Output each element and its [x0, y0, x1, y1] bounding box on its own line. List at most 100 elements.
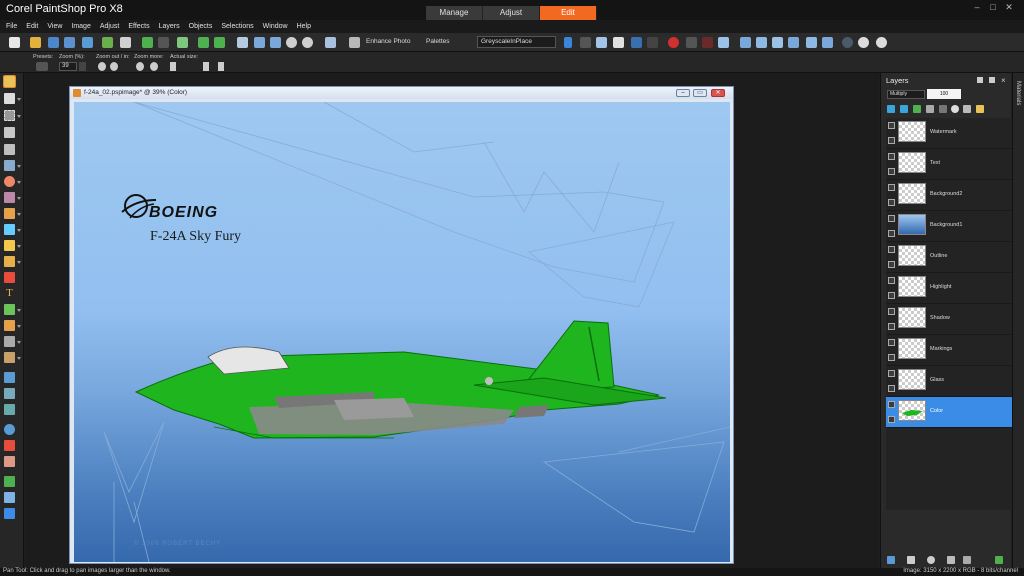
zoom-stepper[interactable]: [79, 62, 86, 71]
pan-tool-icon[interactable]: [3, 75, 16, 88]
opacity-field[interactable]: 100: [927, 89, 961, 99]
enhance-photo-icon[interactable]: [349, 37, 360, 48]
fit-window-icon[interactable]: [237, 37, 248, 48]
chevron-down-icon[interactable]: [17, 309, 21, 312]
layer-row[interactable]: Glass: [886, 366, 1012, 397]
repeat-icon[interactable]: [214, 37, 225, 48]
brush-layer-icon[interactable]: [907, 556, 915, 564]
image-tool-4-icon[interactable]: [788, 37, 799, 48]
tab-edit[interactable]: Edit: [540, 6, 597, 20]
pause-icon[interactable]: [686, 37, 697, 48]
chevron-down-icon[interactable]: [17, 98, 21, 101]
layer-lock-icon[interactable]: [888, 137, 895, 144]
link-icon[interactable]: [963, 105, 971, 113]
document-title-bar[interactable]: f-24a_02.pspimage* @ 39% (Color) – ▭ ✕: [70, 87, 733, 99]
image-tool-3-icon[interactable]: [772, 37, 783, 48]
visibility-toggle-icon[interactable]: [888, 153, 895, 160]
zoom-out-icon[interactable]: [286, 37, 297, 48]
zoom-more-out-icon[interactable]: [136, 62, 144, 71]
visibility-toggle-icon[interactable]: [888, 339, 895, 346]
image-canvas[interactable]: BOEING F-24A Sky Fury © 2009 ROBERT BECH…: [74, 102, 730, 562]
chevron-down-icon[interactable]: [17, 197, 21, 200]
mesh-warp-tool-icon[interactable]: [4, 492, 15, 503]
menu-file[interactable]: File: [6, 20, 17, 33]
eraser-tool-icon[interactable]: [4, 240, 15, 251]
chevron-down-icon[interactable]: [17, 357, 21, 360]
layer-lock-icon[interactable]: [888, 385, 895, 392]
menu-effects[interactable]: Effects: [128, 20, 149, 33]
mask-icon[interactable]: [939, 105, 947, 113]
menu-help[interactable]: Help: [297, 20, 311, 33]
layer-row-selected[interactable]: Color: [886, 397, 1012, 428]
zoom-in-icon-opt[interactable]: [110, 62, 118, 71]
fit-image-button[interactable]: [203, 62, 209, 71]
layer-row[interactable]: Watermark: [886, 118, 1012, 149]
adjust-layer-icon[interactable]: [947, 556, 955, 564]
layer-lock-icon[interactable]: [888, 168, 895, 175]
palettes-button[interactable]: Palettes: [426, 38, 450, 45]
chevron-down-icon[interactable]: [17, 181, 21, 184]
perspective-tool-icon[interactable]: [4, 476, 15, 487]
interactive-script-icon[interactable]: [613, 37, 624, 48]
dodge-tool-icon[interactable]: [4, 256, 15, 267]
visibility-toggle-icon[interactable]: [888, 277, 895, 284]
image-tool-6-icon[interactable]: [822, 37, 833, 48]
visibility-icon[interactable]: [951, 105, 959, 113]
menu-layers[interactable]: Layers: [159, 20, 180, 33]
cancel-record-icon[interactable]: [702, 37, 713, 48]
undo-icon[interactable]: [142, 37, 153, 48]
menu-window[interactable]: Window: [263, 20, 288, 33]
document-close-button[interactable]: ✕: [711, 89, 725, 97]
dropper-tool-icon[interactable]: [4, 127, 15, 138]
info-icon[interactable]: [876, 37, 887, 48]
crop-tool-icon[interactable]: [4, 144, 15, 155]
new-adjustment-layer-icon[interactable]: [913, 105, 921, 113]
paint-brush-tool-icon[interactable]: [4, 208, 15, 219]
fill-tool-icon[interactable]: [4, 272, 15, 283]
palette-menu-icon[interactable]: [989, 77, 995, 83]
text-tool-icon[interactable]: T: [4, 288, 15, 299]
menu-view[interactable]: View: [47, 20, 62, 33]
close-icon[interactable]: ✕: [1004, 2, 1014, 12]
help-icon[interactable]: [858, 37, 869, 48]
picture-tube-tool-icon[interactable]: [4, 388, 15, 399]
chevron-down-icon[interactable]: [17, 261, 21, 264]
enhance-photo-button[interactable]: Enhance Photo: [366, 38, 410, 45]
fit-window-button[interactable]: [218, 62, 224, 71]
document-minimize-button[interactable]: –: [676, 89, 690, 97]
layer-lock-icon[interactable]: [888, 292, 895, 299]
chevron-down-icon[interactable]: [17, 213, 21, 216]
layer-row[interactable]: Markings: [886, 335, 1012, 366]
record-icon[interactable]: [668, 37, 679, 48]
visibility-toggle-icon[interactable]: [888, 308, 895, 315]
layer-lock-icon[interactable]: [888, 354, 895, 361]
zoom-out-icon-opt[interactable]: [98, 62, 106, 71]
makeover-tool-icon[interactable]: [4, 192, 15, 203]
zoom-in-icon[interactable]: [302, 37, 313, 48]
menu-adjust[interactable]: Adjust: [100, 20, 119, 33]
layer-lock-icon[interactable]: [888, 323, 895, 330]
visibility-toggle-icon[interactable]: [888, 401, 895, 408]
visibility-toggle-icon[interactable]: [888, 215, 895, 222]
warp-brush-tool-icon[interactable]: [4, 336, 15, 347]
stop-script-icon[interactable]: [580, 37, 591, 48]
pin-icon[interactable]: [977, 77, 983, 83]
tab-manage[interactable]: Manage: [426, 6, 483, 20]
layer-group-icon[interactable]: [926, 105, 934, 113]
menu-image[interactable]: Image: [71, 20, 90, 33]
save-as-icon[interactable]: [64, 37, 75, 48]
close-palette-icon[interactable]: ×: [1001, 76, 1006, 85]
visibility-toggle-icon[interactable]: [888, 246, 895, 253]
materials-palette-collapsed[interactable]: Materials: [1012, 73, 1024, 568]
selection-tool-icon[interactable]: [4, 110, 15, 121]
run-script-icon[interactable]: [564, 37, 572, 48]
new-layer-icon[interactable]: [887, 556, 895, 564]
new-vector-layer-icon[interactable]: [900, 105, 908, 113]
menu-edit[interactable]: Edit: [26, 20, 38, 33]
visibility-toggle-icon[interactable]: [888, 184, 895, 191]
zoom-more-in-icon[interactable]: [150, 62, 158, 71]
document-restore-button[interactable]: ▭: [693, 89, 707, 97]
object-remover-tool-icon[interactable]: [4, 404, 15, 415]
edit-selection-icon[interactable]: [177, 37, 188, 48]
open-folder-icon[interactable]: [30, 37, 41, 48]
